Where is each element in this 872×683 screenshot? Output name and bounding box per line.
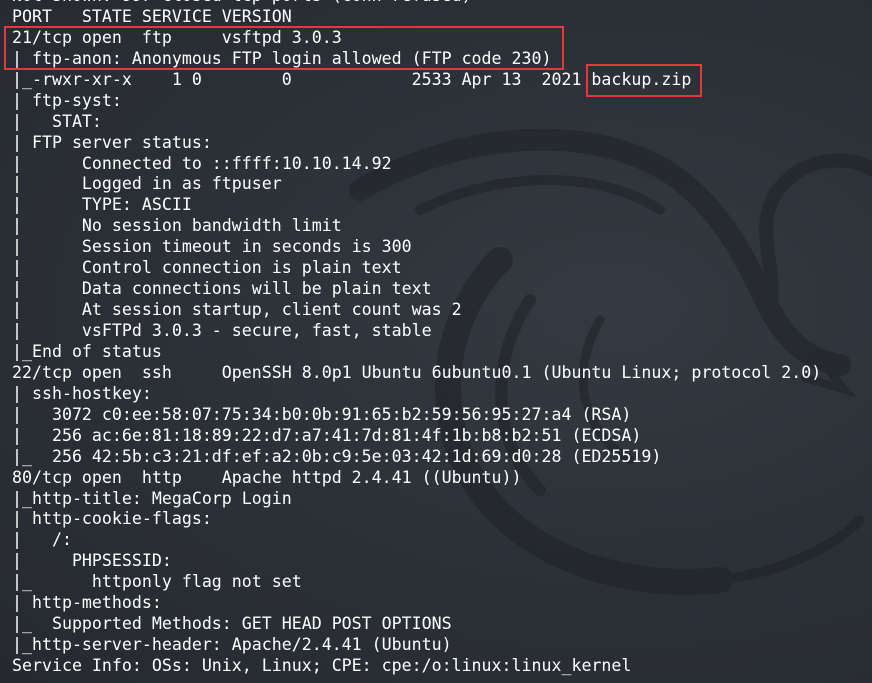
terminal-line: |_-rwxr-xr-x 1 0 0 2533 Apr 13 2021 back… [12,69,692,89]
terminal-line: | Data connections will be plain text [12,279,432,299]
terminal-line: PORT STATE SERVICE VERSION [12,6,292,26]
terminal-line: | Control connection is plain text [12,258,402,278]
terminal-line: | No session bandwidth limit [12,216,342,236]
terminal-line: |_ 256 42:5b:c3:21:df:ef:a2:0b:c9:5e:03:… [12,446,662,466]
terminal-line: | FTP server status: [12,132,212,152]
terminal-line: |_End of status [12,341,162,361]
terminal-line: | 256 ac:6e:81:18:89:22:d7:a7:41:7d:81:4… [12,425,642,445]
terminal-line: | At session startup, client count was 2 [12,300,462,320]
terminal-line: | ftp-syst: [12,90,122,110]
terminal-line: |_http-title: MegaCorp Login [12,488,292,508]
terminal-line: | Logged in as ftpuser [12,174,282,194]
terminal-line: | Connected to ::ffff:10.10.14.92 [12,153,392,173]
terminal-line: | TYPE: ASCII [12,195,192,215]
terminal-line: |_http-server-header: Apache/2.4.41 (Ubu… [12,635,452,655]
terminal-line: | PHPSESSID: [12,551,172,571]
terminal-line: 80/tcp open http Apache httpd 2.4.41 ((U… [12,467,522,487]
terminal-line: | ftp-anon: Anonymous FTP login allowed … [12,48,552,68]
terminal-line: Not shown: 997 closed tcp ports (conn-re… [12,0,821,7]
terminal-line: | ssh-hostkey: [12,383,152,403]
terminal-line: Service Info: OSs: Unix, Linux; CPE: cpe… [12,656,632,675]
terminal-line: | /: [12,530,72,550]
terminal-line: 22/tcp open ssh OpenSSH 8.0p1 Ubuntu 6ub… [12,362,822,382]
terminal-line: | 3072 c0:ee:58:07:75:34:b0:0b:91:65:b2:… [12,404,632,424]
terminal-line: |_ httponly flag not set [12,572,302,592]
terminal-line: | http-cookie-flags: [12,509,212,529]
terminal-line: 21/tcp open ftp vsftpd 3.0.3 [12,27,342,47]
terminal-line: |_ Supported Methods: GET HEAD POST OPTI… [12,614,452,634]
terminal-line: | Session timeout in seconds is 300 [12,237,412,257]
terminal-window[interactable]: Not shown: 997 closed tcp ports (conn-re… [0,0,872,683]
terminal-line: | http-methods: [12,593,162,613]
terminal-line: | STAT: [12,111,102,131]
terminal-line: | vsFTPd 3.0.3 - secure, fast, stable [12,321,432,340]
terminal-output: Not shown: 997 closed tcp ports (conn-re… [12,0,821,677]
